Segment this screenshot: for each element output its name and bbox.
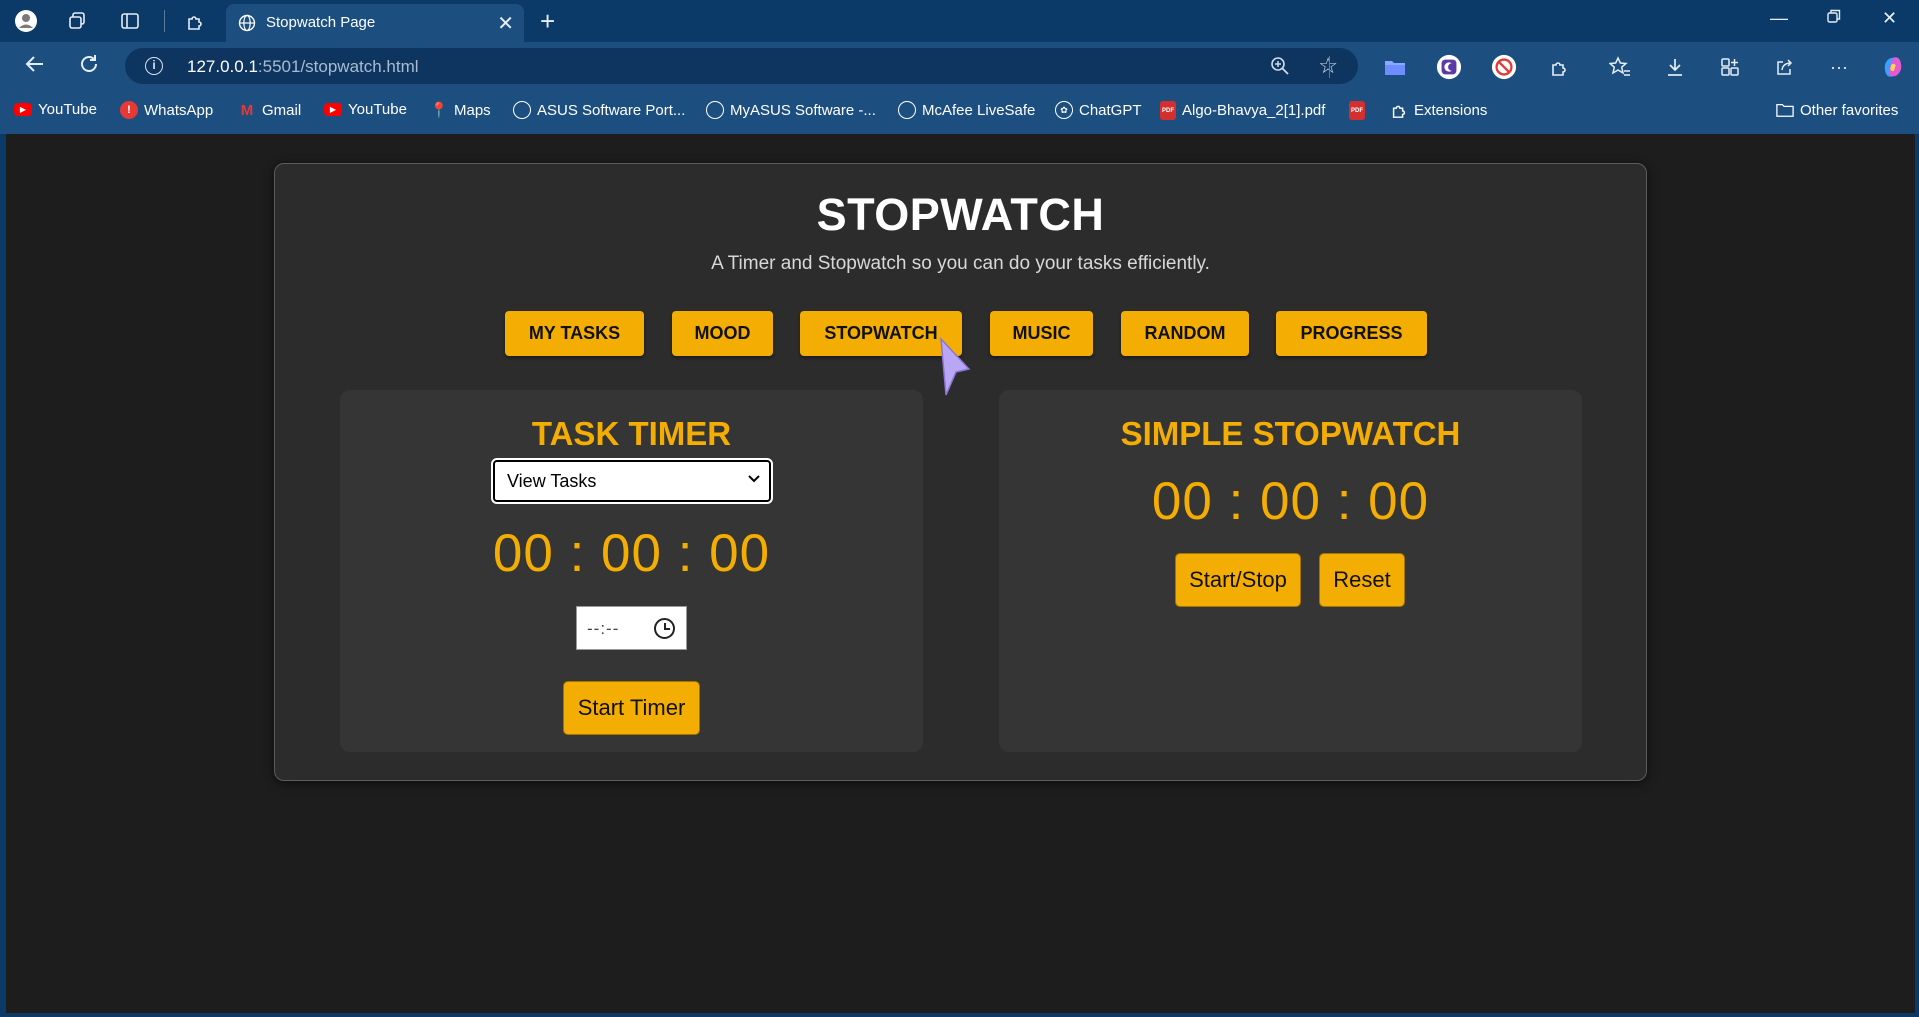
nav-my-tasks-button[interactable]: MY TASKS <box>505 311 644 356</box>
downloads-icon[interactable] <box>1662 54 1688 80</box>
bookmark-youtube[interactable]: ▶ YouTube <box>14 101 97 118</box>
bookmark-gmail[interactable]: M Gmail <box>238 101 301 119</box>
globe-icon <box>898 101 916 119</box>
bookmark-pdf-unnamed[interactable]: PDF <box>1349 101 1365 120</box>
whatsapp-icon: ! <box>120 101 138 119</box>
blocker-extension-icon[interactable] <box>1491 54 1517 80</box>
bookmark-youtube-2[interactable]: ▶ YouTube <box>324 101 407 118</box>
share-icon[interactable] <box>1772 54 1798 80</box>
restore-icon[interactable] <box>1826 8 1842 29</box>
page-viewport: STOPWATCH A Timer and Stopwatch so you c… <box>6 134 1915 1013</box>
bookmark-extensions[interactable]: Extensions <box>1390 101 1487 119</box>
dark-mode-extension-icon[interactable] <box>1436 54 1462 80</box>
start-timer-button[interactable]: Start Timer <box>563 681 700 735</box>
youtube-icon: ▶ <box>14 103 32 116</box>
youtube-icon: ▶ <box>324 103 342 116</box>
tab-title: Stopwatch Page <box>266 14 376 31</box>
chevron-down-icon <box>747 471 761 488</box>
tab-stopwatch-page[interactable]: Stopwatch Page ✕ <box>226 4 524 42</box>
bookmarks-bar: ▶ YouTube ! WhatsApp M Gmail ▶ YouTube 📍 Maps… <box>0 90 1919 134</box>
gmail-icon: M <box>240 101 254 119</box>
folder-app-icon[interactable] <box>1382 54 1408 80</box>
bookmark-algo-pdf[interactable]: PDF Algo-Bhavya_2[1].pdf <box>1160 101 1325 120</box>
globe-icon <box>513 101 531 119</box>
close-tab-icon[interactable]: ✕ <box>497 11 514 36</box>
page-subtitle: A Timer and Stopwatch so you can do your… <box>711 253 1210 274</box>
copilot-icon[interactable] <box>1880 54 1906 80</box>
task-select-dropdown[interactable]: View Tasks <box>491 458 773 504</box>
zoom-icon[interactable] <box>1270 56 1290 81</box>
task-timer-panel: TASK TIMER View Tasks 00 : 00 : 00 --:--… <box>340 390 923 752</box>
mouse-cursor-icon <box>934 335 972 402</box>
task-timer-title: TASK TIMER <box>531 415 732 452</box>
stopwatch-display: 00 : 00 : 00 <box>1151 472 1430 531</box>
start-stop-button[interactable]: Start/Stop <box>1175 553 1301 607</box>
time-input-value: --:-- <box>587 619 620 638</box>
task-timer-display: 00 : 00 : 00 <box>492 524 771 583</box>
other-favorites[interactable]: Other favorites <box>1776 101 1898 119</box>
folder-icon <box>1776 101 1794 119</box>
workspaces-icon[interactable] <box>65 9 89 33</box>
back-arrow-icon[interactable] <box>24 53 46 81</box>
extensions-icon <box>1390 101 1408 119</box>
reset-button[interactable]: Reset <box>1319 553 1405 607</box>
close-window-icon[interactable]: ✕ <box>1882 8 1897 29</box>
refresh-icon[interactable] <box>78 53 100 81</box>
bookmark-maps[interactable]: 📍 Maps <box>429 101 491 120</box>
browser-toolbar: i 127.0.0.1:5501/stopwatch.html ☆ ··· <box>0 42 1919 90</box>
maps-pin-icon: 📍 <box>429 102 449 119</box>
bookmark-whatsapp[interactable]: ! WhatsApp <box>120 101 213 119</box>
browser-tab-bar: Stopwatch Page ✕ + — ✕ <box>0 0 1919 42</box>
address-bar[interactable]: i 127.0.0.1:5501/stopwatch.html ☆ <box>125 48 1358 84</box>
time-input[interactable]: --:-- <box>576 606 687 650</box>
page-title: STOPWATCH <box>816 189 1105 240</box>
new-tab-icon[interactable]: + <box>540 6 555 37</box>
bookmark-mcafee-livesafe[interactable]: McAfee LiveSafe <box>898 101 1035 119</box>
globe-icon <box>238 14 256 37</box>
bookmark-chatgpt[interactable]: ✿ ChatGPT <box>1055 101 1142 119</box>
nav-music-button[interactable]: MUSIC <box>990 311 1093 356</box>
bookmark-myasus-software[interactable]: MyASUS Software -... <box>706 101 876 119</box>
pdf-icon: PDF <box>1160 101 1176 120</box>
more-options-icon[interactable]: ··· <box>1826 54 1852 80</box>
clock-icon[interactable] <box>654 618 675 639</box>
simple-stopwatch-panel: SIMPLE STOPWATCH 00 : 00 : 00 Start/Stop… <box>999 390 1582 752</box>
simple-stopwatch-title: SIMPLE STOPWATCH <box>1120 415 1461 452</box>
stopwatch-card: STOPWATCH A Timer and Stopwatch so you c… <box>274 163 1647 781</box>
globe-icon <box>706 101 724 119</box>
chatgpt-icon: ✿ <box>1055 101 1073 119</box>
nav-mood-button[interactable]: MOOD <box>672 311 773 356</box>
favorites-icon[interactable] <box>1607 54 1633 80</box>
extensions-icon[interactable] <box>1546 54 1572 80</box>
bookmark-asus-software-portal[interactable]: ASUS Software Port... <box>513 101 685 119</box>
collections-icon[interactable] <box>1717 54 1743 80</box>
extension-tab-icon[interactable] <box>183 9 207 33</box>
toolbar-divider <box>1329 56 1330 78</box>
site-info-icon[interactable]: i <box>145 57 163 75</box>
nav-random-button[interactable]: RANDOM <box>1121 311 1249 356</box>
nav-progress-button[interactable]: PROGRESS <box>1276 311 1427 356</box>
task-select-value: View Tasks <box>507 471 597 491</box>
pdf-icon: PDF <box>1349 101 1365 120</box>
url-text: 127.0.0.1:5501/stopwatch.html <box>187 57 419 76</box>
tab-actions-icon[interactable] <box>118 9 142 33</box>
tab-bar-divider <box>164 10 165 32</box>
minimize-icon[interactable]: — <box>1770 8 1788 29</box>
profile-avatar-icon[interactable] <box>14 9 38 33</box>
